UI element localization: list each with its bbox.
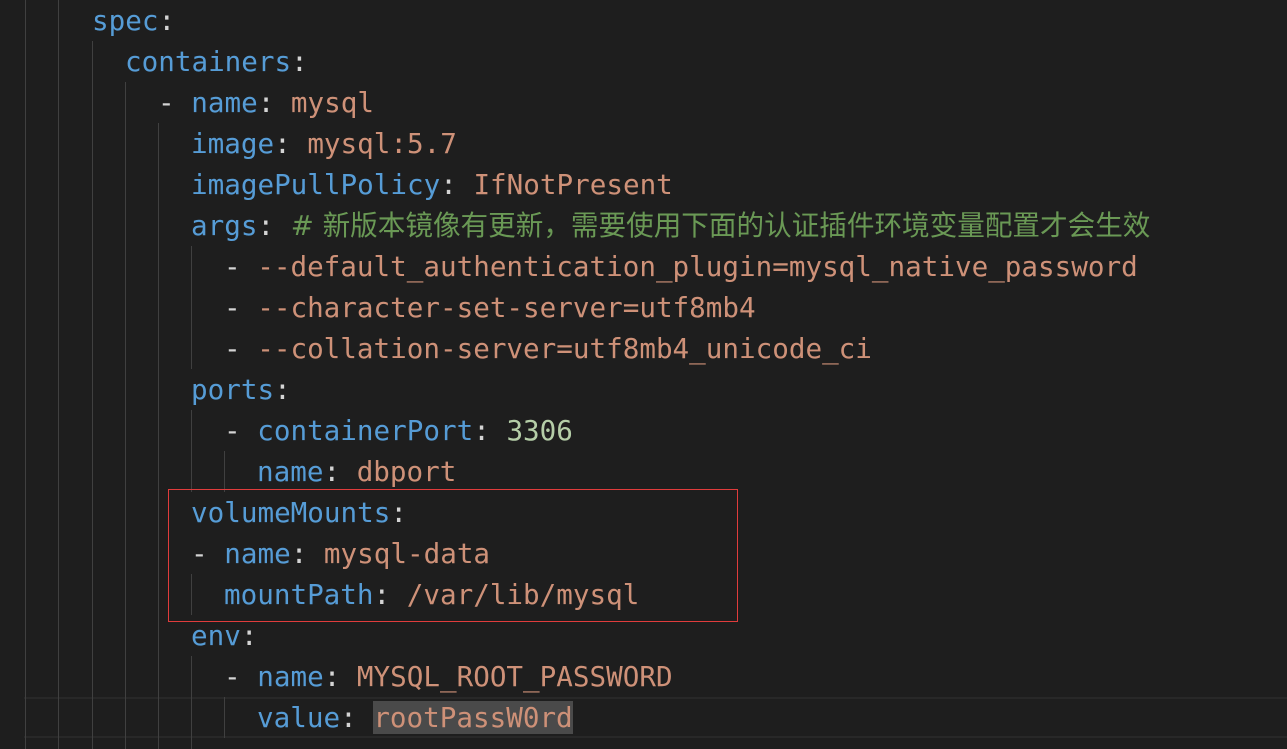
yaml-comment: # 新版本镜像有更新，需要使用下面的认证插件环境变量配置才会生效 bbox=[290, 209, 1151, 242]
yaml-key: name bbox=[257, 455, 324, 488]
yaml-colon: : bbox=[257, 209, 291, 242]
code-line-10[interactable]: ports: bbox=[191, 369, 291, 410]
indent-guide bbox=[58, 0, 59, 749]
yaml-colon: : bbox=[240, 619, 258, 652]
yaml-key: name bbox=[257, 660, 324, 693]
yaml-key: name bbox=[191, 86, 258, 119]
yaml-key: value bbox=[257, 701, 341, 734]
indent-guide bbox=[125, 82, 126, 749]
indent-guide bbox=[224, 451, 225, 492]
yaml-colon: : bbox=[291, 45, 308, 78]
code-line-18[interactable]: value: rootPassW0rd bbox=[257, 697, 573, 738]
annotation-highlight-box bbox=[168, 489, 738, 622]
indent-guide bbox=[92, 41, 93, 749]
indent-guide bbox=[191, 410, 192, 492]
code-line-6[interactable]: args: # 新版本镜像有更新，需要使用下面的认证插件环境变量配置才会生效 bbox=[191, 205, 1150, 246]
yaml-number: 3306 bbox=[506, 414, 573, 447]
yaml-key: containers bbox=[125, 45, 292, 78]
code-line-5[interactable]: imagePullPolicy: IfNotPresent bbox=[191, 164, 673, 205]
yaml-value: dbport bbox=[356, 455, 457, 488]
yaml-colon: : bbox=[274, 373, 291, 406]
indent-guide bbox=[191, 246, 192, 369]
indent-guide bbox=[191, 656, 192, 749]
yaml-key: args bbox=[191, 209, 258, 242]
indent-guide bbox=[158, 123, 159, 749]
code-line-2[interactable]: containers: bbox=[125, 41, 308, 82]
yaml-dash: - bbox=[224, 414, 258, 447]
yaml-dash: - bbox=[224, 291, 258, 324]
yaml-colon: : bbox=[323, 660, 357, 693]
yaml-colon: : bbox=[274, 127, 308, 160]
yaml-value: MYSQL_ROOT_PASSWORD bbox=[356, 660, 673, 693]
code-editor[interactable]: spec: containers: - name: mysql image: m… bbox=[0, 0, 1287, 749]
yaml-dash: - bbox=[224, 660, 258, 693]
code-line-12[interactable]: name: dbport bbox=[257, 451, 456, 492]
yaml-colon: : bbox=[340, 701, 374, 734]
yaml-key: imagePullPolicy bbox=[191, 168, 441, 201]
yaml-value: mysql:5.7 bbox=[307, 127, 457, 160]
yaml-value: --collation-server=utf8mb4_unicode_ci bbox=[257, 332, 872, 365]
code-line-3[interactable]: - name: mysql bbox=[158, 82, 374, 123]
code-line-1[interactable]: spec: bbox=[92, 0, 175, 41]
yaml-colon: : bbox=[440, 168, 474, 201]
yaml-key: containerPort bbox=[257, 414, 474, 447]
code-line-17[interactable]: - name: MYSQL_ROOT_PASSWORD bbox=[224, 656, 673, 697]
yaml-colon: : bbox=[473, 414, 507, 447]
code-line-4[interactable]: image: mysql:5.7 bbox=[191, 123, 457, 164]
code-line-11[interactable]: - containerPort: 3306 bbox=[224, 410, 573, 451]
yaml-value: --default_authentication_plugin=mysql_na… bbox=[257, 250, 1138, 283]
selected-text[interactable]: rootPassW0rd bbox=[373, 701, 573, 734]
yaml-dash: - bbox=[158, 86, 192, 119]
indent-guide bbox=[224, 697, 225, 738]
yaml-colon: : bbox=[158, 4, 176, 37]
yaml-key: env bbox=[191, 619, 241, 652]
indent-guide bbox=[25, 0, 26, 749]
yaml-dash: - bbox=[224, 250, 258, 283]
yaml-value: IfNotPresent bbox=[473, 168, 673, 201]
code-line-7[interactable]: - --default_authentication_plugin=mysql_… bbox=[224, 246, 1138, 287]
code-line-9[interactable]: - --collation-server=utf8mb4_unicode_ci bbox=[224, 328, 872, 369]
current-line-highlight bbox=[24, 697, 1287, 738]
yaml-colon: : bbox=[257, 86, 291, 119]
yaml-colon: : bbox=[323, 455, 357, 488]
code-line-8[interactable]: - --character-set-server=utf8mb4 bbox=[224, 287, 756, 328]
yaml-key: image bbox=[191, 127, 275, 160]
yaml-value: --character-set-server=utf8mb4 bbox=[257, 291, 756, 324]
yaml-key: ports bbox=[191, 373, 275, 406]
yaml-value: mysql bbox=[290, 86, 374, 119]
yaml-dash: - bbox=[224, 332, 258, 365]
yaml-key: spec bbox=[92, 4, 159, 37]
